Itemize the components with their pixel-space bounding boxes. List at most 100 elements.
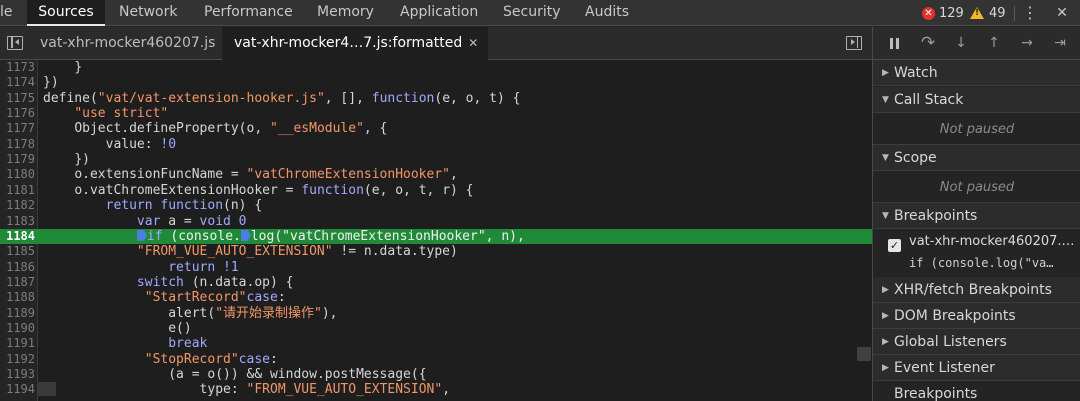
- pause-icon[interactable]: [890, 38, 899, 49]
- line-number[interactable]: 1180: [0, 167, 35, 182]
- code-line[interactable]: 1191 break: [0, 336, 872, 351]
- breakpoint-code: if (console.log("va…: [909, 256, 1054, 270]
- breakpoint-file: vat-xhr-mocker460207.…: [909, 234, 1075, 249]
- code-line[interactable]: 1180 o.extensionFuncName = "vatChromeExt…: [0, 167, 872, 182]
- line-number[interactable]: 1187: [0, 275, 35, 290]
- code-line[interactable]: 1185 "FROM_VUE_AUTO_EXTENSION" != n.data…: [0, 244, 872, 259]
- tab-label: Network: [119, 4, 178, 20]
- code-line[interactable]: 1174}): [0, 75, 872, 90]
- code-line[interactable]: 1177 Object.defineProperty(o, "__esModul…: [0, 121, 872, 136]
- code-line[interactable]: 1178 value: !0: [0, 137, 872, 152]
- step-out-icon[interactable]: ↑: [983, 27, 1005, 60]
- warning-counter[interactable]: ! 49: [970, 0, 1006, 26]
- code-line[interactable]: 1187 switch (n.data.op) {: [0, 275, 872, 290]
- line-number[interactable]: 1181: [0, 183, 35, 198]
- vertical-scrollbar-thumb[interactable]: [857, 347, 871, 361]
- line-number[interactable]: 1193: [0, 367, 35, 382]
- code-line[interactable]: 1194 type: "FROM_VUE_AUTO_EXTENSION",: [0, 382, 872, 397]
- code-line[interactable]: 1192 "StopRecord"case:: [0, 352, 872, 367]
- section-xhr-breakpoints[interactable]: ▶ XHR/fetch Breakpoints: [873, 277, 1080, 303]
- code-token: !0: [160, 136, 177, 152]
- section-call-stack[interactable]: ▼ Call Stack: [873, 87, 1080, 113]
- code-token: type:: [199, 382, 247, 398]
- section-watch[interactable]: ▶ Watch: [873, 60, 1080, 86]
- code-line[interactable]: 1183 var a = void 0: [0, 214, 872, 229]
- code-token: break: [168, 336, 208, 352]
- deactivate-breakpoints-icon[interactable]: ⇥: [1049, 27, 1071, 60]
- line-number[interactable]: 1186: [0, 260, 35, 275]
- code-token: void: [199, 213, 231, 229]
- close-tab-icon[interactable]: ✕: [468, 36, 478, 50]
- code-token: (n) {: [223, 198, 263, 214]
- breakpoint-item[interactable]: ✓ vat-xhr-mocker460207.… if (console.log…: [873, 230, 1080, 278]
- devtools-tab-bar: le Sources Network Performance Memory Ap…: [0, 0, 1080, 26]
- code-line[interactable]: 1176 "use strict": [0, 106, 872, 121]
- tab-elements-partial[interactable]: le: [0, 0, 24, 26]
- inline-breakpoint-icon[interactable]: [240, 229, 251, 241]
- section-event-listener-breakpoints[interactable]: ▶ Event Listener Breakpoints: [873, 355, 1080, 401]
- line-number[interactable]: 1184: [0, 229, 35, 244]
- line-number[interactable]: 1179: [0, 152, 35, 167]
- step-into-icon[interactable]: ↓: [950, 27, 972, 60]
- step-icon[interactable]: →: [1016, 27, 1038, 60]
- code-line[interactable]: 1175 define("vat/vat-extension-hooker.js"…: [0, 91, 872, 106]
- close-devtools-icon[interactable]: ✕: [1054, 0, 1070, 26]
- code-line-paused[interactable]: 1184 if (console. log("vatChromeExtension…: [0, 228, 872, 245]
- tab-memory[interactable]: Memory: [317, 0, 374, 26]
- line-number[interactable]: 1182: [0, 198, 35, 213]
- line-number[interactable]: 1189: [0, 306, 35, 321]
- line-number[interactable]: 1188: [0, 290, 35, 305]
- code-token: function: [301, 182, 364, 198]
- toggle-navigator-icon[interactable]: [7, 36, 23, 50]
- code-token: , {: [363, 121, 388, 137]
- tab-security[interactable]: Security: [503, 0, 561, 26]
- file-tab-formatted[interactable]: vat-xhr-mocker4…7.js:formatted ✕: [222, 27, 489, 60]
- line-number[interactable]: 1177: [0, 121, 35, 136]
- code-line[interactable]: 1189 alert("请开始录制操作"),: [0, 306, 872, 321]
- line-number[interactable]: 1174: [0, 75, 35, 90]
- line-number[interactable]: 1194: [0, 382, 35, 397]
- line-number[interactable]: 1183: [0, 214, 35, 229]
- file-tab-original[interactable]: vat-xhr-mocker460207.js: [40, 27, 215, 60]
- line-number[interactable]: 1176: [0, 106, 35, 121]
- line-number[interactable]: 1175: [0, 91, 35, 106]
- step-over-icon[interactable]: ↷: [917, 27, 939, 60]
- tab-network[interactable]: Network: [119, 0, 177, 26]
- line-number[interactable]: 1173: [0, 60, 35, 75]
- code-line[interactable]: 1193 (a = o()) && window.postMessage({: [0, 367, 872, 382]
- code-line[interactable]: 1179 }): [0, 152, 872, 167]
- code-line[interactable]: 1186 return !1: [0, 260, 872, 275]
- code-line[interactable]: 1173 }: [0, 60, 872, 75]
- line-number[interactable]: 1192: [0, 352, 35, 367]
- line-number[interactable]: 1185: [0, 244, 35, 259]
- line-number[interactable]: 1191: [0, 336, 35, 351]
- code-line[interactable]: 1181 o.vatChromeExtensionHooker = functi…: [0, 183, 872, 198]
- error-counter[interactable]: ✕ 129: [922, 0, 964, 26]
- section-dom-breakpoints[interactable]: ▶ DOM Breakpoints: [873, 303, 1080, 329]
- section-global-listeners[interactable]: ▶ Global Listeners: [873, 329, 1080, 355]
- horizontal-scrollbar-thumb[interactable]: [38, 382, 56, 396]
- inline-breakpoint-icon[interactable]: [136, 229, 147, 241]
- code-line[interactable]: 1182 return function(n) {: [0, 198, 872, 213]
- code-line[interactable]: 1188 "StartRecord"case:: [0, 290, 872, 305]
- tab-sources[interactable]: Sources: [27, 0, 105, 26]
- code-editor[interactable]: 1173 } 1174}) 1175 define("vat/vat-extensio…: [0, 60, 872, 401]
- more-options-icon[interactable]: ⋮: [1022, 0, 1038, 26]
- code-line[interactable]: 1190 e(): [0, 321, 872, 336]
- section-breakpoints[interactable]: ▼ Breakpoints: [873, 203, 1080, 229]
- tab-application[interactable]: Application: [400, 0, 478, 26]
- tab-performance[interactable]: Performance: [204, 0, 293, 26]
- line-number[interactable]: 1190: [0, 321, 35, 336]
- tab-audits[interactable]: Audits: [585, 0, 629, 26]
- line-number[interactable]: 1178: [0, 137, 35, 152]
- collapsed-arrow-icon: ▶: [882, 68, 889, 78]
- code-token: 0: [230, 213, 247, 229]
- toggle-debugger-icon[interactable]: [846, 36, 862, 50]
- code-token: }): [43, 75, 59, 91]
- code-token: :: [269, 351, 278, 367]
- section-scope[interactable]: ▼ Scope: [873, 145, 1080, 171]
- breakpoint-checkbox[interactable]: ✓: [888, 239, 901, 252]
